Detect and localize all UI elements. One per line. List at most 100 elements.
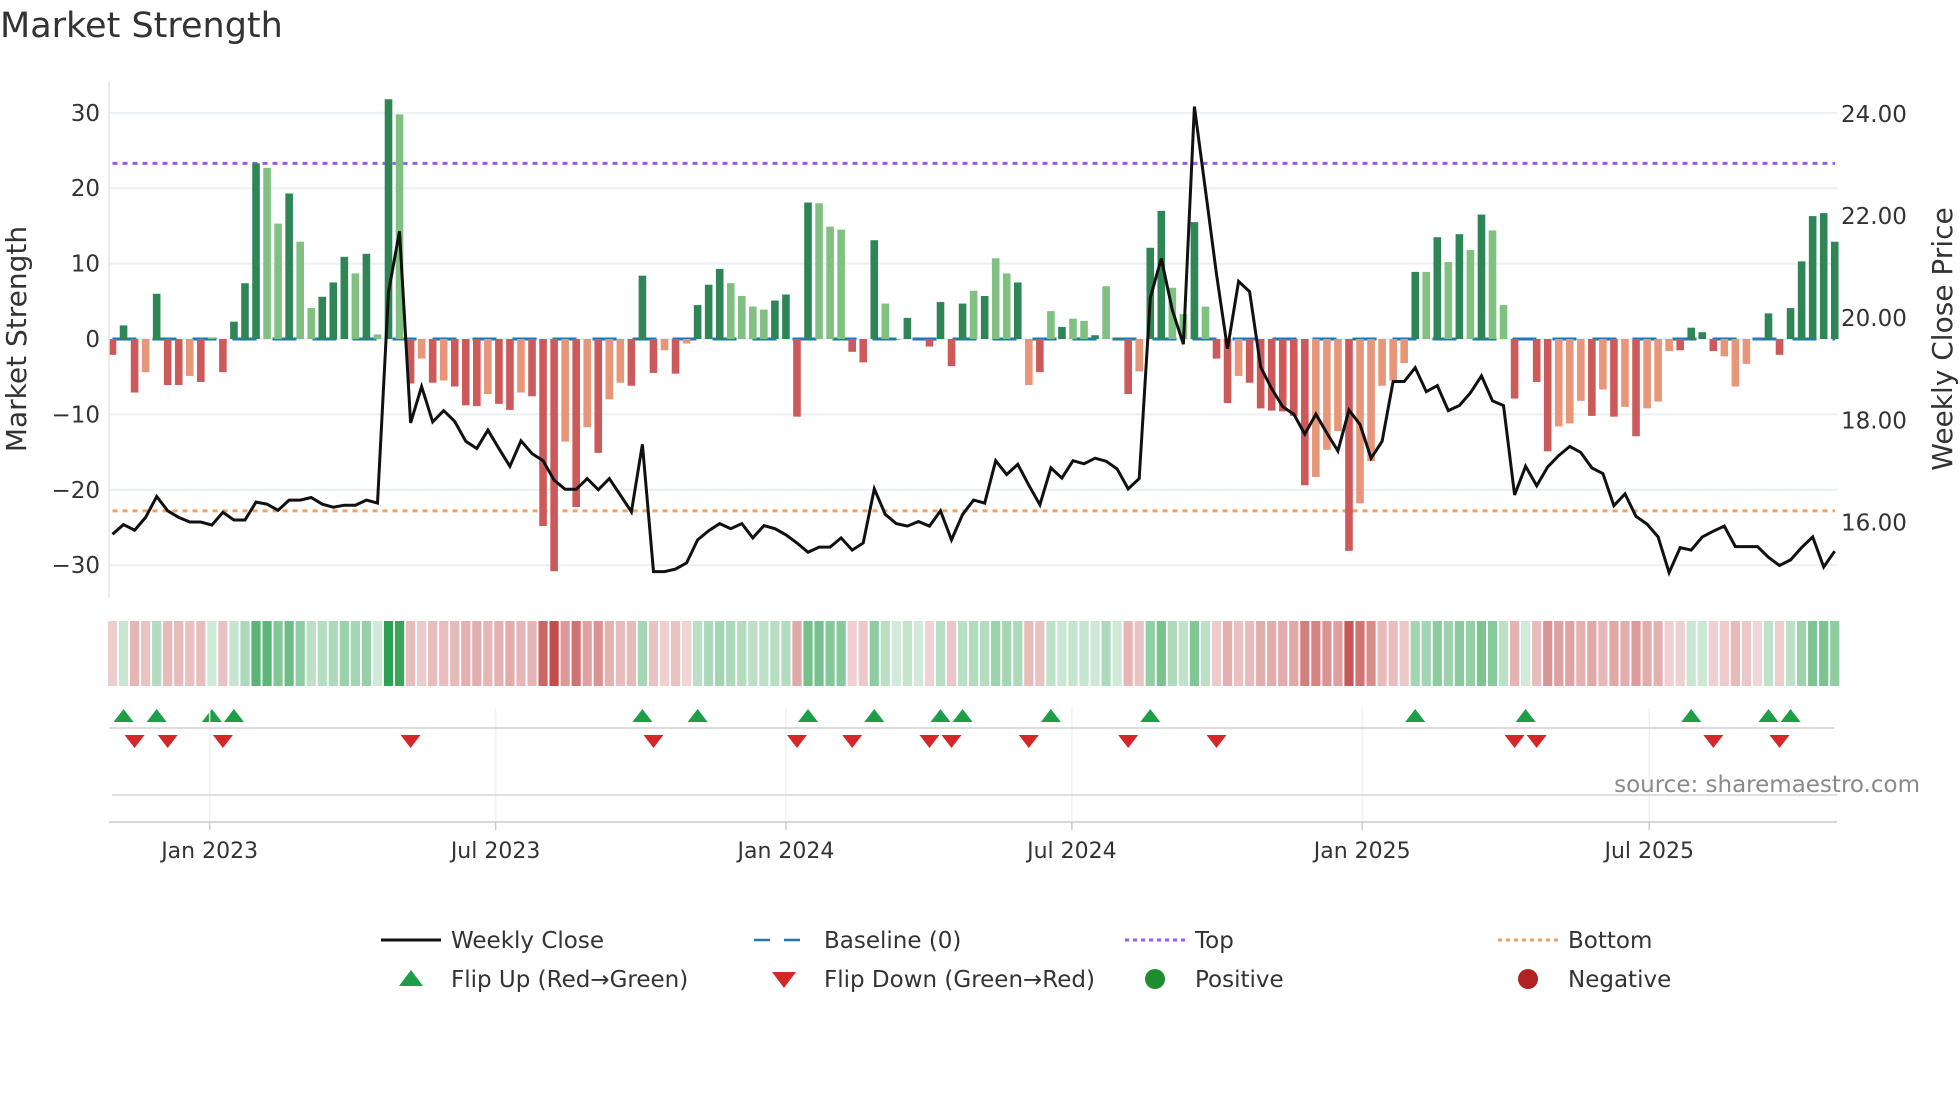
heat-cell xyxy=(681,621,692,686)
strength-heat-strip xyxy=(107,621,1840,686)
heat-cell xyxy=(306,621,316,686)
strength-bar xyxy=(572,339,580,508)
flip-up-marker xyxy=(146,709,167,722)
heat-cell xyxy=(328,621,338,686)
strength-bar xyxy=(230,321,238,339)
flip-down-marker xyxy=(124,735,145,748)
heat-cell xyxy=(593,621,603,686)
strength-bar xyxy=(373,334,382,339)
x-tick-label: Jan 2023 xyxy=(159,839,258,864)
x-axis: Jan 2023 Jul 2023 Jan 2024 Jul 2024 Jan 2025… xyxy=(109,708,1920,864)
strength-bar xyxy=(1775,339,1784,355)
strength-bar xyxy=(152,293,161,339)
flip-down-marker xyxy=(941,735,962,748)
heat-cell xyxy=(1675,621,1685,686)
heat-cell xyxy=(1697,621,1707,686)
heat-cell xyxy=(869,621,879,686)
strength-bar xyxy=(1543,339,1552,452)
heat-cell xyxy=(284,621,294,686)
heat-cell xyxy=(1819,621,1829,686)
heat-cell xyxy=(372,621,383,686)
strength-bar xyxy=(208,337,216,339)
heat-cell xyxy=(538,621,548,686)
heat-cell xyxy=(704,621,714,686)
flip-up-marker xyxy=(201,709,222,722)
y-right-tick-label: 18.00 xyxy=(1841,408,1907,434)
strength-bar xyxy=(1069,318,1077,339)
strength-bar xyxy=(219,339,227,373)
flip-up-marker xyxy=(1515,709,1536,722)
strength-bar xyxy=(351,273,360,339)
heat-cell xyxy=(1377,621,1387,686)
heat-cell xyxy=(693,621,703,686)
heat-cell xyxy=(847,621,857,686)
strength-bar xyxy=(197,339,205,382)
strength-bar xyxy=(936,302,945,339)
heat-cell xyxy=(483,621,493,686)
strength-bar xyxy=(749,306,757,339)
heat-cell xyxy=(604,621,614,686)
strength-bar xyxy=(859,339,868,363)
heat-cell xyxy=(946,621,957,686)
heat-cell xyxy=(1002,621,1012,686)
flip-up-marker xyxy=(930,709,951,722)
heat-cell xyxy=(118,621,129,686)
strength-bar xyxy=(1444,262,1453,339)
heat-cell xyxy=(1620,621,1630,686)
heat-cell xyxy=(516,621,526,686)
strength-bar xyxy=(1764,313,1773,339)
strength-bar xyxy=(1819,213,1828,339)
heat-cell xyxy=(1487,621,1498,686)
heat-cell xyxy=(196,621,206,686)
strength-bar xyxy=(980,296,989,339)
strength-bar xyxy=(1080,320,1088,339)
strength-bar xyxy=(671,339,680,374)
heat-cell xyxy=(251,621,261,686)
heat-cell xyxy=(770,621,780,686)
heat-cell xyxy=(1830,621,1840,686)
strength-bar xyxy=(362,253,371,339)
strength-bar xyxy=(1113,337,1121,339)
strength-bar xyxy=(1830,241,1839,339)
strength-bar xyxy=(241,283,249,339)
strength-bar xyxy=(285,193,293,339)
heat-cell xyxy=(549,621,559,686)
heat-cell xyxy=(1057,621,1067,686)
strength-bar xyxy=(1234,339,1243,376)
heat-cell xyxy=(262,621,272,686)
heat-cell xyxy=(1178,621,1188,686)
heat-cell xyxy=(1785,621,1796,686)
strength-bar xyxy=(1698,332,1707,339)
strength-bar xyxy=(252,163,260,339)
market-strength-chart: 30 20 10 0 −10 −20 −30 24.00 22.00 20.00 18.00 16.0… xyxy=(0,81,1959,993)
flip-up-marker xyxy=(798,709,819,722)
y-tick-label: −30 xyxy=(51,553,100,579)
heat-cell xyxy=(185,621,195,686)
heat-cell xyxy=(935,621,946,686)
strength-bar xyxy=(329,282,338,339)
strength-bar xyxy=(704,284,713,339)
strength-bar xyxy=(1212,339,1221,359)
legend-circle-icon xyxy=(1518,969,1538,989)
strength-bar xyxy=(892,339,901,340)
legend: Weekly Close Baseline (0) Top Bottom Flip Up… xyxy=(381,928,1671,993)
heat-cell xyxy=(1167,621,1177,686)
strength-bar xyxy=(484,339,492,395)
strength-bar xyxy=(583,339,592,428)
strength-bar xyxy=(528,339,536,397)
heat-cell xyxy=(1421,621,1431,686)
strength-bar xyxy=(1091,335,1099,339)
y-tick-label: 30 xyxy=(71,101,100,127)
heat-cell xyxy=(1024,621,1034,686)
heat-cell xyxy=(1388,621,1398,686)
flip-down-marker xyxy=(786,735,807,748)
strength-bar xyxy=(174,339,183,385)
heat-cell xyxy=(1465,621,1476,686)
strength-bar xyxy=(119,325,128,339)
strength-bar xyxy=(461,339,470,406)
legend-label: Negative xyxy=(1568,967,1671,993)
heat-cell xyxy=(957,621,968,686)
strength-bar xyxy=(1002,273,1011,339)
heat-cell xyxy=(1708,621,1718,686)
flip-down-marker xyxy=(919,735,940,748)
